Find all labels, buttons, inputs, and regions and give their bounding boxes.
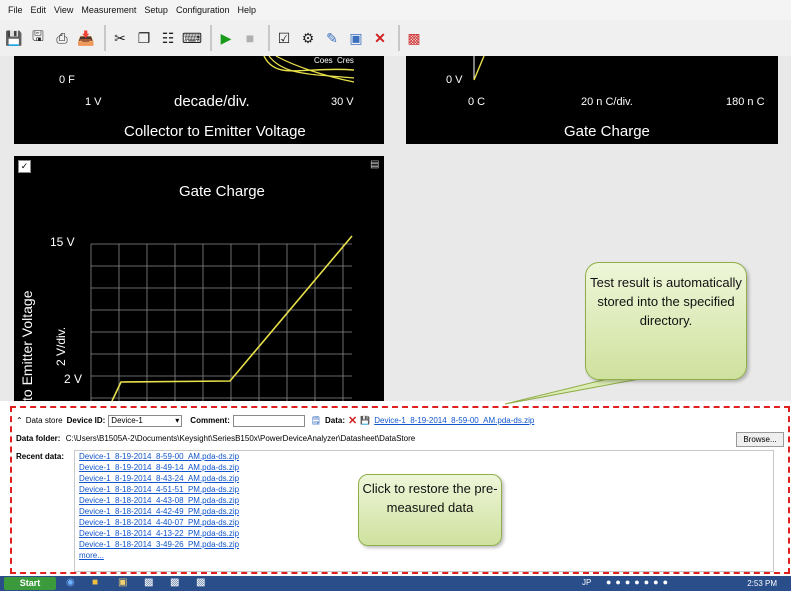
data-label: Data: [325, 416, 346, 425]
display-icon[interactable]: ▩ [404, 28, 424, 48]
tray-icons[interactable]: ●●●●●●● [606, 577, 672, 587]
collapse-icon[interactable]: ⌃ [16, 416, 23, 425]
language-indicator[interactable]: JP [582, 578, 591, 587]
capacitance-graph-panel[interactable]: Coes Cres 0 F 1 V decade/div. 30 V Colle… [14, 56, 384, 144]
paste-icon[interactable]: ☷ [158, 28, 178, 48]
current-data-link[interactable]: Device-1_8-19-2014_8-59-00_AM.pda-ds.zip [374, 416, 534, 425]
device-id-combo[interactable]: Device-1 ▾ [108, 414, 183, 427]
toolbar-separator [210, 25, 212, 51]
run-icon[interactable]: ▶ [216, 28, 236, 48]
clock: 2:53 PM [747, 579, 777, 588]
chevron-down-icon[interactable]: ▾ [175, 416, 179, 425]
toolbar-separator [268, 25, 270, 51]
menu-edit[interactable]: Edit [31, 5, 47, 15]
data-store-toolbar: ⌃ Data store Device ID: Device-1 ▾ Comme… [16, 414, 534, 427]
gate-charge-main-graph-panel[interactable]: ✓ ▤ Gate Charge 15 V 2 V/div. 2 V to Emi… [14, 156, 384, 401]
callout-test-result: Test result is automatically stored into… [585, 262, 747, 380]
callout-test-result-text: Test result is automatically stored into… [590, 275, 742, 328]
x-axis-title: Gate Charge [564, 123, 650, 140]
recent-data-label: Recent data: [16, 452, 65, 461]
toolbar-separator [104, 25, 106, 51]
copy-icon[interactable]: ❐ [134, 28, 154, 48]
data-folder-path: C:\Users\B1505A-2\Documents\Keysight\Ser… [65, 434, 416, 443]
media-icon[interactable]: ■ [92, 577, 98, 588]
window-icon[interactable]: ▣ [346, 28, 366, 48]
browse-button[interactable]: Browse... [736, 432, 784, 447]
checkbox-tool-icon[interactable]: ☑ [274, 28, 294, 48]
grid [90, 243, 352, 401]
close-icon[interactable]: ✕ [370, 28, 390, 48]
comment-field[interactable] [232, 414, 305, 427]
data-folder-row: Data folder: C:\Users\B1505A-2\Documents… [16, 434, 415, 443]
trace-line [473, 56, 485, 81]
device-id-value: Device-1 [111, 416, 143, 425]
x-axis-min-label: 1 V [85, 96, 102, 108]
app-icon[interactable]: ▩ [196, 577, 205, 588]
x-axis-max-label: 180 n C [726, 96, 765, 108]
delete-icon[interactable]: ✕ [348, 414, 357, 427]
more-link[interactable]: more... [79, 550, 773, 561]
keyboard-icon[interactable]: ⌨ [182, 28, 202, 48]
gate-charge-main-plot [90, 235, 353, 401]
print-icon[interactable]: ⎙ [52, 28, 72, 48]
folder-icon[interactable]: ▣ [118, 577, 127, 588]
menu-measurement[interactable]: Measurement [81, 5, 136, 15]
taskbar: Start ◉ ■ ▣ ▩ ▩ ▩ JP ●●●●●●● 2:53 PM [0, 576, 791, 591]
menu-configuration[interactable]: Configuration [176, 5, 230, 15]
y-axis-zero-label: 0 F [59, 74, 75, 86]
settings-icon[interactable]: ⚙ [298, 28, 318, 48]
menu-help[interactable]: Help [238, 5, 257, 15]
menu-setup[interactable]: Setup [144, 5, 168, 15]
gate-charge-graph-panel[interactable]: 0 V 0 C 20 n C/div. 180 n C Gate Charge [406, 56, 778, 144]
menu-file[interactable]: File [8, 5, 23, 15]
toolbar-separator [398, 25, 400, 51]
open-icon[interactable]: 💾 [4, 28, 24, 48]
x-axis-max-label: 30 V [331, 96, 354, 108]
callout-restore: Click to restore the pre-measured data [358, 474, 502, 546]
comment-edit-icon[interactable]: 🗒 [311, 416, 321, 425]
toolbar: 💾 🖫 ⎙ 📥 ✂ ❐ ☷ ⌨ ▶ ■ ☑ ⚙ ✎ ▣ ✕ ▩ [0, 20, 791, 56]
app-icon[interactable]: ▩ [144, 577, 153, 588]
edit-icon[interactable]: ✎ [322, 28, 342, 48]
save-icon[interactable]: 🖫 [28, 28, 48, 48]
x-axis-title: Collector to Emitter Voltage [124, 123, 306, 140]
x-axis-min-label: 0 C [468, 96, 486, 108]
x-axis-div-label: decade/div. [174, 93, 250, 110]
cut-icon[interactable]: ✂ [110, 28, 130, 48]
app-icon[interactable]: ▩ [170, 577, 179, 588]
legend-coes: Coes [314, 56, 333, 65]
data-store-header: Data store [25, 416, 63, 425]
save-data-icon[interactable]: 💾 [360, 416, 370, 425]
callout-restore-text: Click to restore the pre-measured data [362, 481, 498, 515]
data-folder-label: Data folder: [16, 434, 61, 443]
recent-data-item[interactable]: Device-1_8-19-2014_8-49-14_AM.pda-ds.zip [79, 462, 773, 473]
stop-icon[interactable]: ■ [240, 28, 260, 48]
legend-cres: Cres [337, 56, 354, 65]
menu-view[interactable]: View [54, 5, 73, 15]
y-axis-zero-label: 0 V [446, 74, 463, 86]
x-axis-div-label: 20 n C/div. [581, 96, 633, 108]
recent-data-item[interactable]: Device-1_8-19-2014_8-59-00_AM.pda-ds.zip [79, 451, 773, 462]
export-icon[interactable]: 📥 [76, 28, 96, 48]
start-button[interactable]: Start [4, 577, 56, 590]
ie-icon[interactable]: ◉ [66, 577, 75, 588]
menu-bar: File Edit View Measurement Setup Configu… [0, 0, 791, 20]
device-id-label: Device ID: [66, 416, 106, 425]
comment-label: Comment: [190, 416, 230, 425]
